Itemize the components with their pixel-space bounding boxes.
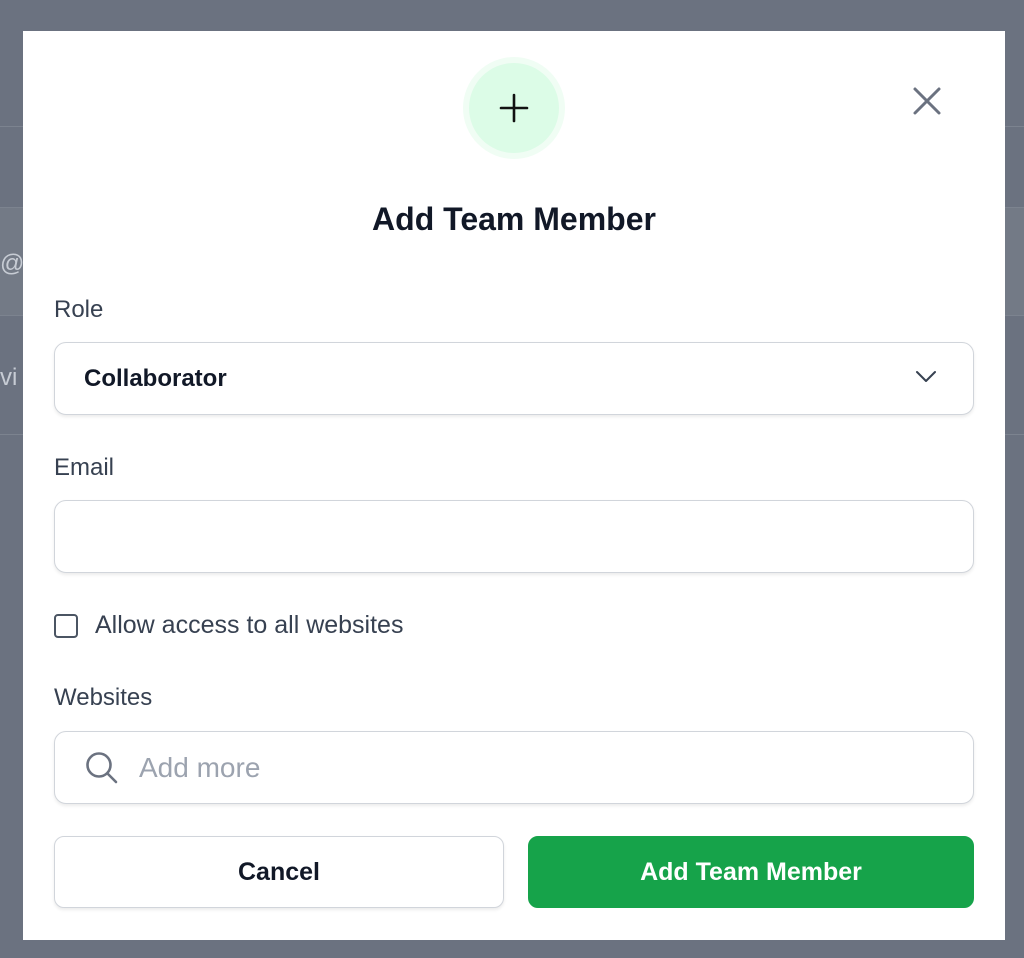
- email-field-wrapper: [54, 500, 974, 573]
- add-team-member-button[interactable]: Add Team Member: [528, 836, 974, 908]
- plus-icon: [499, 93, 529, 123]
- role-select[interactable]: Collaborator: [54, 342, 974, 415]
- add-team-member-dialog: Add Team Member Role Collaborator Email …: [23, 31, 1005, 940]
- role-label: Role: [54, 296, 104, 323]
- close-button[interactable]: [910, 84, 944, 118]
- close-icon: [913, 87, 941, 115]
- background-text-fragment: vi: [0, 364, 18, 391]
- allow-access-checkbox[interactable]: [54, 614, 78, 638]
- websites-search-wrapper: [54, 731, 974, 804]
- websites-search-input[interactable]: [137, 732, 963, 803]
- cancel-button[interactable]: Cancel: [54, 836, 504, 908]
- websites-label: Websites: [54, 684, 153, 711]
- allow-access-label[interactable]: Allow access to all websites: [95, 611, 403, 640]
- email-label: Email: [54, 454, 115, 481]
- email-field[interactable]: [55, 501, 973, 572]
- chevron-down-icon: [916, 371, 936, 382]
- search-icon: [86, 752, 118, 784]
- header-icon-circle: [469, 63, 559, 153]
- dialog-title: Add Team Member: [372, 201, 656, 237]
- role-selected-value: Collaborator: [84, 365, 227, 392]
